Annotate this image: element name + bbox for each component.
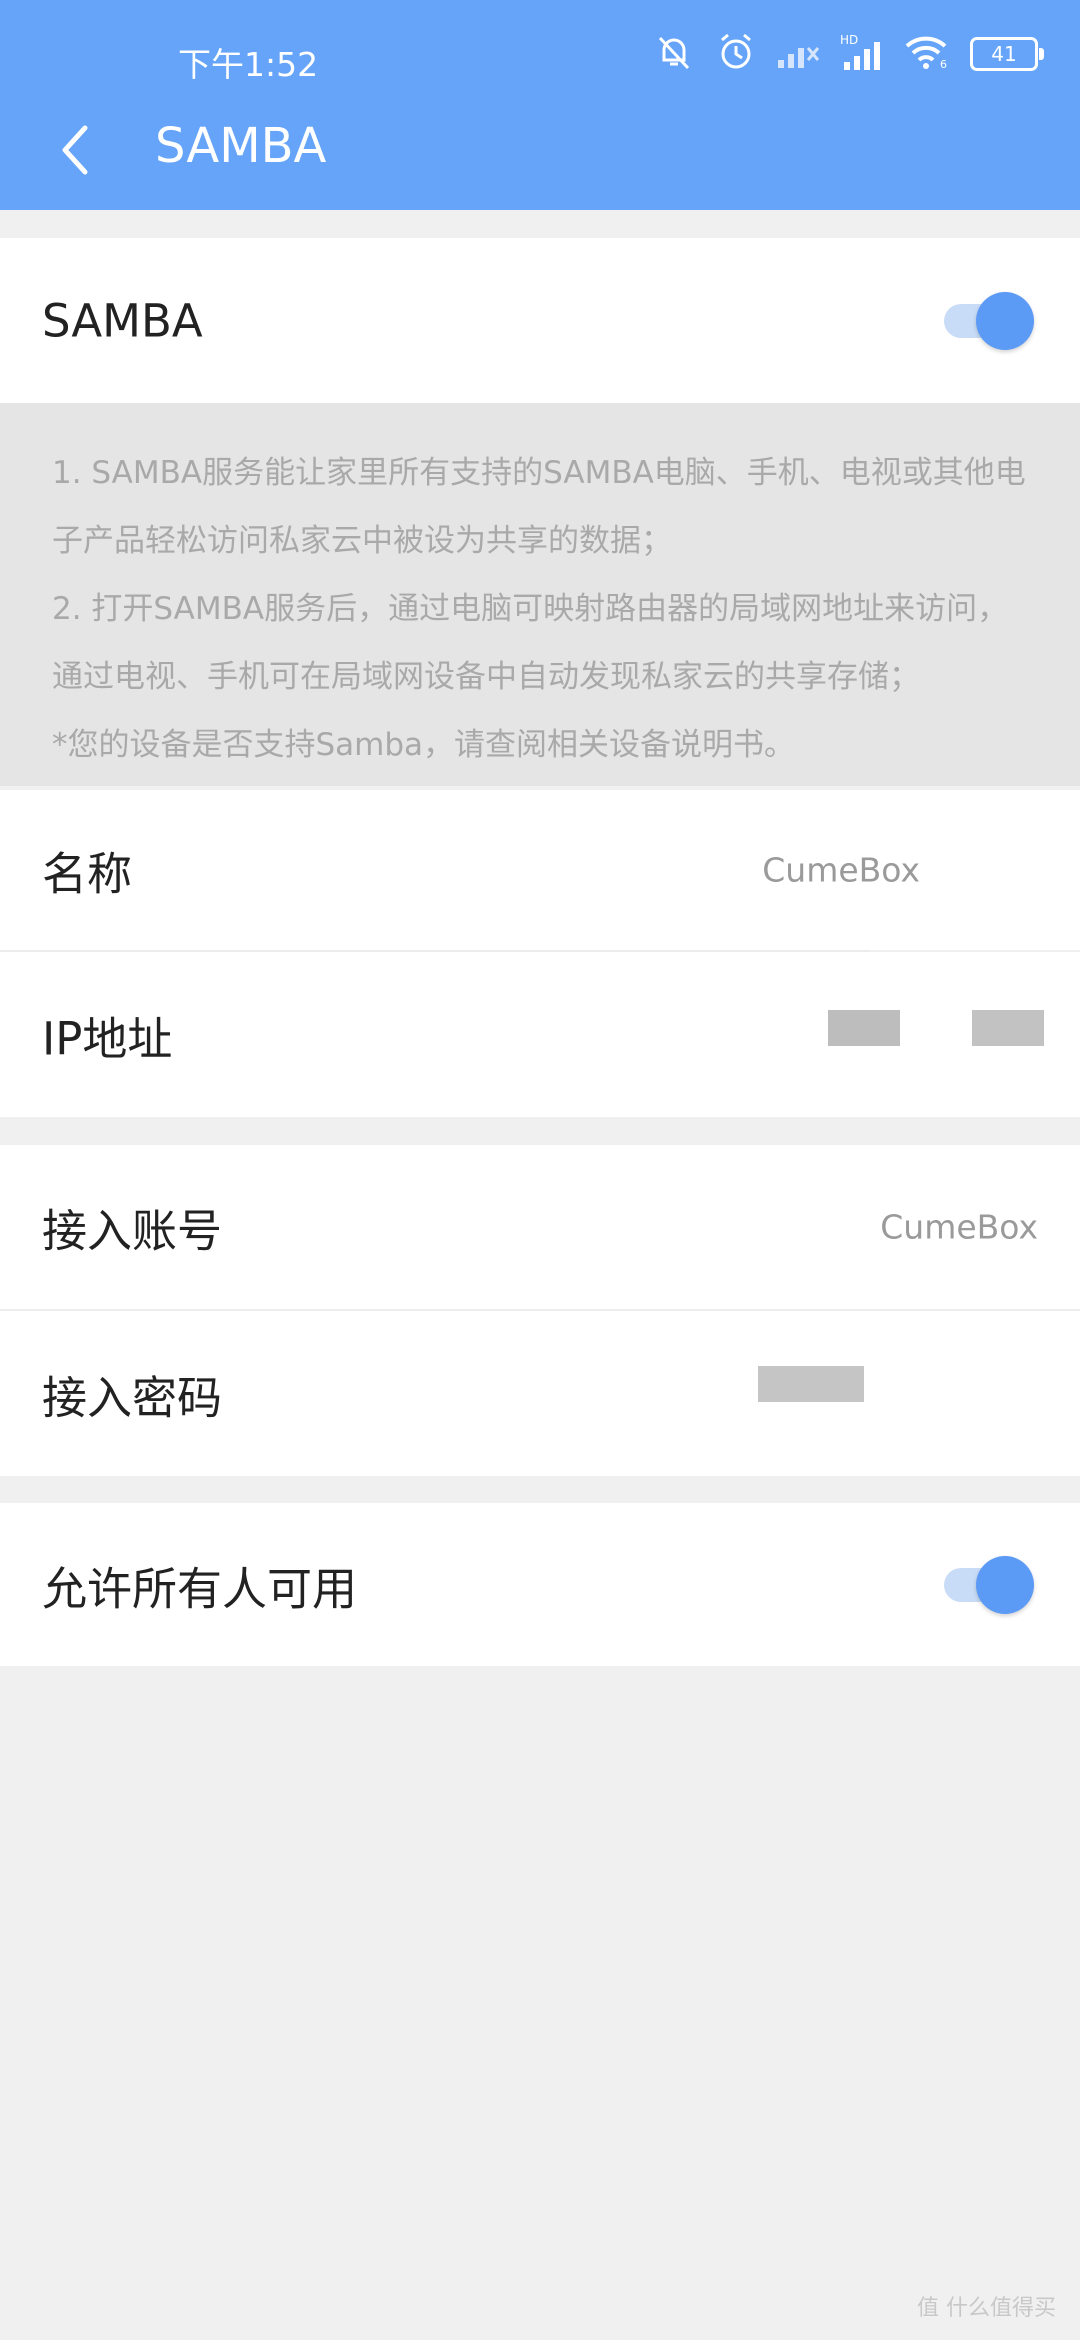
signal-icon (776, 34, 820, 74)
account-value: CumeBox (880, 1207, 1038, 1247)
svg-text:6: 6 (940, 58, 947, 70)
chevron-left-icon (62, 125, 88, 175)
svg-text:HD: HD (840, 33, 858, 47)
name-row[interactable]: 名称 CumeBox (0, 790, 1080, 950)
name-value: CumeBox (762, 850, 920, 890)
back-button[interactable] (44, 108, 104, 192)
switch-knob (976, 291, 1034, 350)
name-label: 名称 (42, 847, 133, 901)
password-label: 接入密码 (42, 1371, 223, 1424)
watermark: 值 什么值得买 (917, 2296, 1056, 2321)
samba-switch[interactable] (944, 291, 1034, 350)
page-title: SAMBA (155, 118, 327, 174)
samba-label: SAMBA (42, 294, 203, 347)
samba-description: 1. SAMBA服务能让家里所有支持的SAMBA电脑、手机、电视或其他电子产品轻… (0, 403, 1080, 786)
alarm-icon (716, 32, 756, 76)
signal-hd-icon: HD (840, 32, 884, 76)
info-line-2: 2. 打开SAMBA服务后，通过电脑可映射路由器的局域网地址来访问，通过电视、手… (52, 591, 1009, 695)
info-line-1: 1. SAMBA服务能让家里所有支持的SAMBA电脑、手机、电视或其他电子产品轻… (52, 455, 1026, 559)
battery-icon: 41 (970, 37, 1044, 71)
allow-all-row[interactable]: 允许所有人可用 (0, 1503, 1080, 1666)
account-label: 接入账号 (42, 1204, 223, 1258)
mute-icon (652, 32, 696, 76)
samba-toggle-row[interactable]: SAMBA (0, 238, 1080, 403)
status-time: 下午1:52 (178, 45, 319, 84)
allow-all-label: 允许所有人可用 (42, 1562, 358, 1615)
password-row[interactable]: 接入密码 (0, 1311, 1080, 1476)
status-icons: HD 6 41 (652, 32, 1044, 76)
wifi-icon: 6 (904, 34, 950, 74)
account-row[interactable]: 接入账号 CumeBox (0, 1145, 1080, 1309)
app-bar: 下午1:52 HD 6 41 SAMBA (0, 0, 1080, 210)
ip-label: IP地址 (42, 1012, 173, 1065)
switch-knob (976, 1555, 1034, 1614)
ip-row[interactable]: IP地址 (0, 952, 1080, 1117)
info-line-3: *您的设备是否支持Samba，请查阅相关设备说明书。 (52, 727, 796, 763)
allow-all-switch[interactable] (944, 1555, 1034, 1614)
